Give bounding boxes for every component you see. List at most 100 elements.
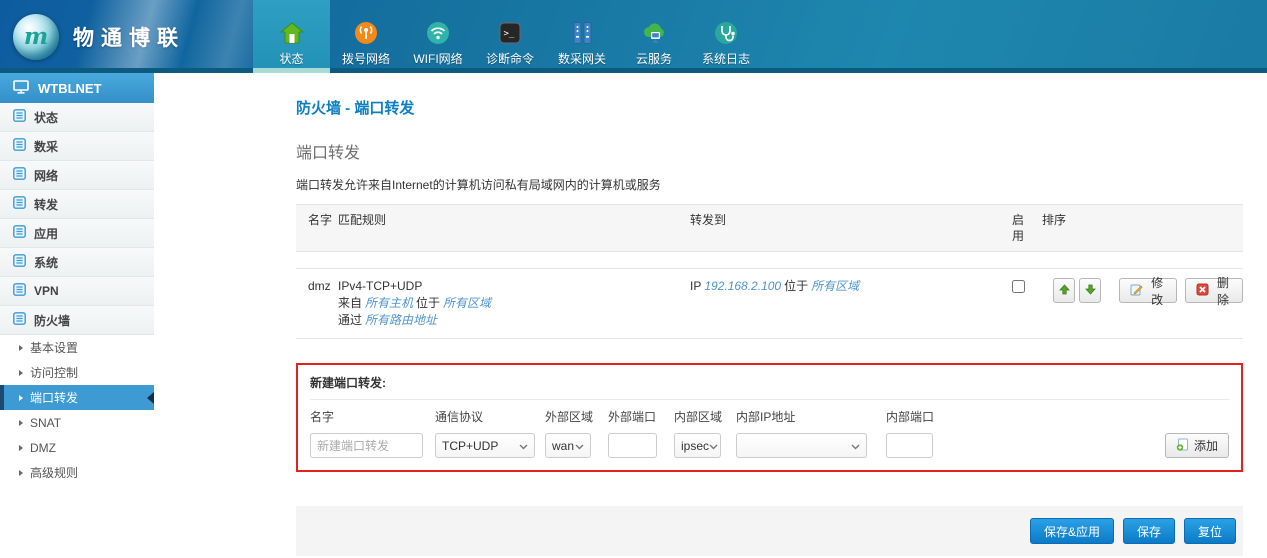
list-icon	[13, 109, 26, 125]
chevron-down-icon	[851, 439, 860, 453]
internal-port-input[interactable]	[886, 433, 933, 458]
enable-checkbox[interactable]	[1012, 280, 1025, 293]
tab-wifi-network[interactable]: WIFI网络	[402, 0, 474, 73]
external-zone-label: 外部区域	[545, 410, 591, 424]
save-button[interactable]: 保存	[1123, 518, 1175, 544]
add-button[interactable]: 添加	[1165, 433, 1229, 458]
rule-source-zone: 所有区域	[443, 296, 491, 310]
protocol-select[interactable]: TCP+UDP	[435, 433, 535, 458]
gateway-icon	[569, 20, 595, 46]
sidebar-item-status[interactable]: 状态	[0, 103, 154, 132]
external-port-label: 外部端口	[608, 410, 657, 424]
brand-logo: m 物通博联	[0, 0, 253, 73]
sidebar-subitem-snat[interactable]: SNAT	[0, 410, 154, 435]
list-icon	[13, 225, 26, 241]
forward-ip: 192.168.2.100	[704, 279, 781, 293]
column-header-sort: 排序	[1042, 212, 1243, 244]
sidebar-item-vpn[interactable]: VPN	[0, 277, 154, 306]
sidebar: WTBLNET 状态 数采 网络 转发 应用	[0, 73, 154, 558]
new-port-forward-form: 新建端口转发: 名字 通信协议 TCP+UDP 外部区域	[296, 363, 1243, 472]
list-icon	[13, 167, 26, 183]
external-port-input[interactable]	[608, 433, 657, 458]
cloud-icon	[641, 20, 667, 46]
column-header-enable: 启用	[1012, 212, 1042, 244]
reset-button[interactable]: 复位	[1184, 518, 1236, 544]
delete-x-icon	[1196, 283, 1209, 299]
tab-data-gateway[interactable]: 数采网关	[546, 0, 618, 73]
list-icon	[13, 196, 26, 212]
svg-text:>_: >_	[504, 29, 515, 39]
bullet-triangle-icon	[19, 420, 23, 426]
sidebar-subitem-port-forwarding[interactable]: 端口转发	[0, 385, 154, 410]
top-nav: 状态 拨号网络 WIFI网络 >_ 诊断命令 数采网关 云服务	[253, 0, 762, 73]
rule-name: dmz	[308, 278, 338, 329]
list-icon	[13, 254, 26, 270]
sidebar-item-data-collect[interactable]: 数采	[0, 132, 154, 161]
sidebar-item-system[interactable]: 系统	[0, 248, 154, 277]
forward-zone: 所有区域	[811, 279, 859, 293]
home-icon	[279, 20, 305, 46]
main-content: 防火墙 - 端口转发 端口转发 端口转发允许来自Internet的计算机访问私有…	[154, 73, 1267, 558]
bullet-triangle-icon	[19, 370, 23, 376]
sidebar-subitem-access-control[interactable]: 访问控制	[0, 360, 154, 385]
tab-diagnostics[interactable]: >_ 诊断命令	[474, 0, 546, 73]
tab-dial-network[interactable]: 拨号网络	[330, 0, 402, 73]
chevron-down-icon	[519, 439, 528, 453]
sidebar-device-header: WTBLNET	[0, 73, 154, 103]
sidebar-item-forwarding[interactable]: 转发	[0, 190, 154, 219]
internal-zone-label: 内部区域	[674, 410, 721, 424]
sidebar-item-network[interactable]: 网络	[0, 161, 154, 190]
footer-action-bar: 保存&应用 保存 复位	[296, 506, 1243, 556]
sidebar-item-apps[interactable]: 应用	[0, 219, 154, 248]
save-apply-button[interactable]: 保存&应用	[1030, 518, 1114, 544]
rule-forward-to: IP192.168.2.100位于所有区域	[690, 278, 1012, 329]
list-icon	[13, 283, 26, 299]
header: m 物通博联 状态 拨号网络 WIFI网络 >_ 诊断命令	[0, 0, 1267, 73]
column-header-forward: 转发到	[690, 212, 1012, 244]
column-header-name: 名字	[308, 212, 338, 244]
brand-name: 物通博联	[73, 22, 185, 52]
internal-ip-select[interactable]	[736, 433, 867, 458]
device-name: WTBLNET	[38, 81, 102, 96]
page-title: 防火墙 - 端口转发	[296, 97, 1243, 118]
bullet-triangle-icon	[19, 445, 23, 451]
bullet-triangle-icon	[19, 395, 23, 401]
sidebar-item-firewall[interactable]: 防火墙	[0, 306, 154, 335]
chevron-down-icon	[709, 439, 718, 453]
internal-ip-label: 内部IP地址	[736, 410, 867, 424]
arrow-down-icon	[1085, 284, 1096, 298]
sidebar-subitem-dmz[interactable]: DMZ	[0, 435, 154, 460]
column-header-rule: 匹配规则	[338, 212, 690, 244]
external-zone-select[interactable]: wan	[545, 433, 591, 458]
section-description: 端口转发允许来自Internet的计算机访问私有局域网内的计算机或服务	[296, 176, 1243, 193]
name-input[interactable]	[310, 433, 423, 458]
name-label: 名字	[310, 410, 423, 424]
add-page-icon	[1176, 438, 1189, 454]
wifi-icon	[425, 20, 451, 46]
sidebar-subitem-basic-settings[interactable]: 基本设置	[0, 335, 154, 360]
tab-system-logs[interactable]: 系统日志	[690, 0, 762, 73]
bullet-triangle-icon	[19, 345, 23, 351]
edit-button[interactable]: 修改	[1119, 278, 1177, 303]
list-icon	[13, 312, 26, 328]
active-tab-underline	[253, 68, 330, 73]
router-admin-page: m 物通博联 状态 拨号网络 WIFI网络 >_ 诊断命令	[0, 0, 1267, 558]
tab-status[interactable]: 状态	[253, 0, 330, 73]
delete-button[interactable]: 删除	[1185, 278, 1243, 303]
rule-source-host: 所有主机	[365, 296, 413, 310]
brand-sphere-icon: m	[13, 14, 59, 60]
logs-icon	[713, 20, 739, 46]
sort-down-button[interactable]	[1079, 278, 1101, 303]
active-item-notch-icon	[147, 392, 154, 404]
internal-zone-select[interactable]: ipsec	[674, 433, 721, 458]
sidebar-subitem-advanced-rules[interactable]: 高级规则	[0, 460, 154, 485]
monitor-icon	[13, 80, 29, 97]
form-title: 新建端口转发:	[310, 374, 1229, 400]
bullet-triangle-icon	[19, 470, 23, 476]
edit-pencil-icon	[1130, 283, 1143, 299]
tab-cloud-service[interactable]: 云服务	[618, 0, 690, 73]
terminal-icon: >_	[497, 20, 523, 46]
sort-up-button[interactable]	[1053, 278, 1075, 303]
dial-network-icon	[353, 20, 379, 46]
protocol-label: 通信协议	[435, 410, 535, 424]
